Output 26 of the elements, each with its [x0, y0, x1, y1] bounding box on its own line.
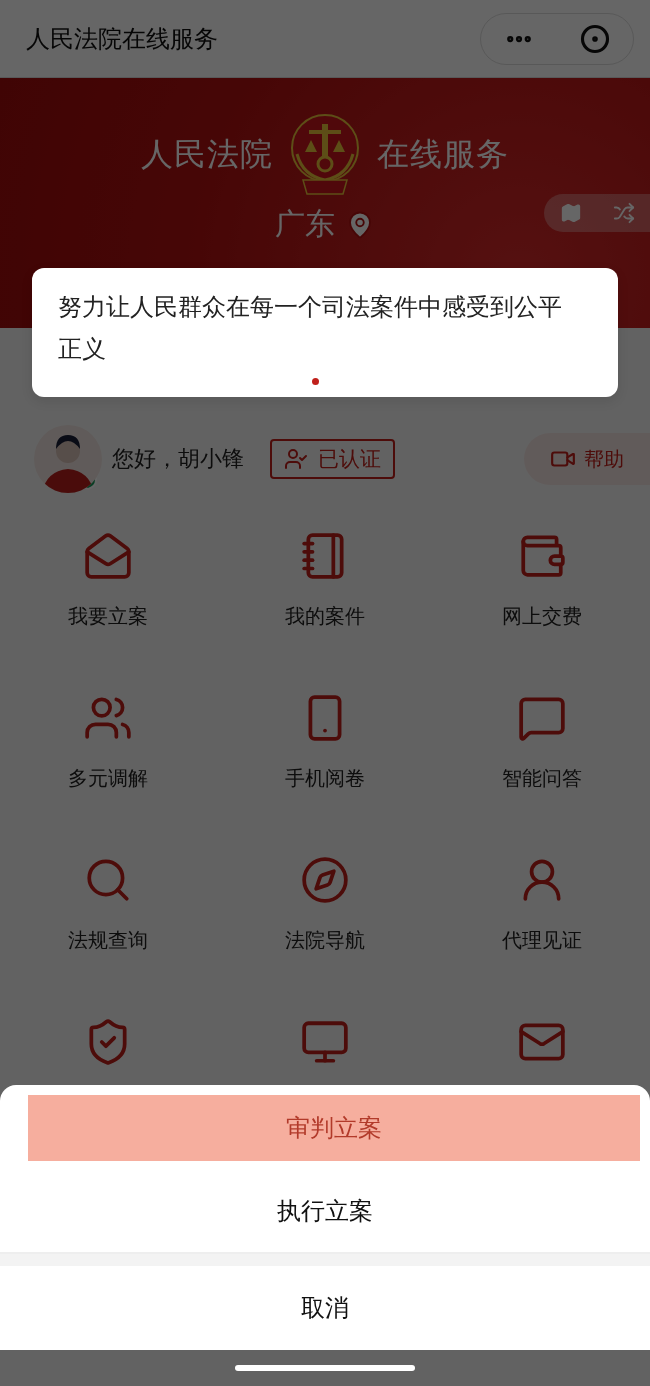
banner-title: 在线服务 — [377, 134, 509, 175]
service-label[interactable]: 代理见证 — [501, 927, 582, 954]
action-sheet-option[interactable]: 审判立案 — [28, 1095, 640, 1161]
app-title: 人民法院在线服务 — [26, 23, 218, 55]
help-button[interactable]: 帮助 — [524, 433, 650, 485]
verified-badge: 已认证 — [270, 439, 395, 479]
map-icon — [559, 202, 582, 224]
service-label[interactable]: 多元调解 — [68, 765, 149, 792]
envelope-icon[interactable] — [83, 531, 134, 581]
greeting-text: 您好，胡小锋 — [112, 445, 244, 473]
service-label[interactable]: 我要立案 — [68, 603, 149, 630]
service-label[interactable]: 法规查询 — [68, 927, 149, 954]
user-check-icon — [284, 447, 308, 471]
service-label[interactable]: 智能问答 — [501, 765, 582, 792]
shuffle-icon — [612, 202, 635, 224]
service-label[interactable]: 我的案件 — [285, 603, 365, 630]
court-emblem-icon — [289, 114, 361, 196]
compass-icon[interactable] — [300, 855, 350, 905]
close-icon[interactable] — [580, 23, 610, 54]
service-label[interactable]: 法院导航 — [285, 927, 365, 954]
carousel-dot[interactable] — [311, 378, 319, 385]
service-label[interactable]: 网上交费 — [501, 603, 582, 630]
slogan-text: 努力让人民群众在每一个司法案件中感受到公平正义 — [58, 292, 563, 365]
banner-title: 人民法院 — [141, 134, 273, 175]
region-name[interactable]: 广东 — [275, 204, 335, 245]
service-label[interactable]: 手机阅卷 — [285, 765, 365, 792]
